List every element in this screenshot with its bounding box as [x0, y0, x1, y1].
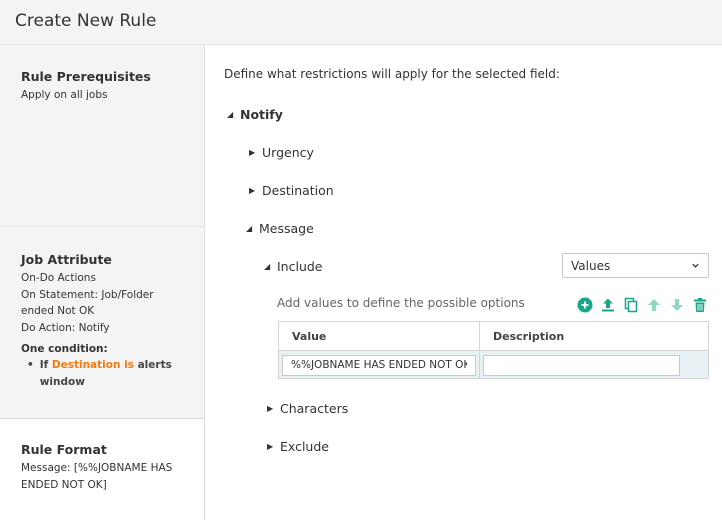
job-attribute-line: On Statement: Job/Folder: [21, 288, 154, 301]
tree-node-label: Destination: [262, 182, 334, 198]
dialog-title: Create New Rule: [15, 11, 157, 31]
column-header-description: Description: [479, 321, 709, 351]
tree-node-label: Characters: [280, 400, 349, 416]
tree-node-label: Urgency: [262, 144, 314, 160]
caret-down-icon[interactable]: ◢: [227, 110, 238, 119]
add-values-hint: Add values to define the possible option…: [277, 296, 525, 310]
rule-prerequisites-text: Apply on all jobs: [21, 89, 108, 101]
include-type-value: Values: [571, 258, 611, 273]
value-cell: [278, 350, 480, 379]
bullet-icon: •: [27, 359, 34, 371]
caret-right-icon[interactable]: ▶: [249, 148, 260, 157]
job-attribute-line: ended Not OK: [21, 305, 95, 317]
table-row: [278, 350, 709, 379]
job-attribute-line: Do Action: Notify: [21, 321, 110, 334]
restrictions-panel: Define what restrictions will apply for …: [205, 45, 722, 520]
condition-heading: One condition:: [21, 343, 108, 355]
rule-prerequisites-section: Rule Prerequisites Apply on all jobs: [0, 45, 204, 226]
add-icon[interactable]: [576, 296, 593, 313]
tree-node-destination[interactable]: ▶ Destination: [249, 181, 334, 199]
chevron-down-icon: [692, 263, 699, 268]
rule-prerequisites-title: Rule Prerequisites: [21, 69, 151, 84]
tree-node-exclude[interactable]: ▶ Exclude: [267, 437, 329, 455]
job-attribute-line: On-Do Actions: [21, 272, 96, 284]
rule-format-line: Message: [%%JOBNAME HAS: [21, 462, 173, 474]
condition-line2: window: [39, 376, 85, 388]
summary-sidebar: Rule Prerequisites Apply on all jobs Job…: [0, 45, 205, 520]
description-cell: [479, 350, 709, 379]
condition-highlight: Destination is: [51, 359, 134, 371]
column-header-value: Value: [278, 321, 480, 351]
tree-node-label: Exclude: [280, 438, 329, 454]
tree-node-notify[interactable]: ◢ Notify: [227, 105, 283, 123]
value-input[interactable]: [282, 354, 476, 376]
rule-format-title: Rule Format: [21, 442, 107, 457]
rule-format-line: ENDED NOT OK]: [21, 478, 107, 491]
arrow-down-icon[interactable]: [668, 296, 685, 313]
tree-node-label: Message: [259, 220, 314, 236]
tree-node-urgency[interactable]: ▶ Urgency: [249, 143, 314, 161]
upload-icon[interactable]: [599, 296, 616, 313]
dialog-header: Create New Rule: [0, 0, 722, 45]
table-header-row: Value Description: [278, 321, 709, 351]
tree-node-label: Notify: [240, 106, 283, 122]
trash-icon[interactable]: [691, 296, 708, 313]
rule-format-section: Rule Format Message: [%%JOBNAME HAS ENDE…: [0, 418, 204, 520]
condition-item: • If Destination is alerts window: [21, 357, 183, 391]
tree-node-include[interactable]: ◢ Include: [264, 257, 323, 275]
tree-node-label: Include: [277, 258, 323, 274]
caret-right-icon[interactable]: ▶: [249, 186, 260, 195]
arrow-up-icon[interactable]: [645, 296, 662, 313]
job-attribute-section: Job Attribute On-Do Actions On Statement…: [0, 226, 204, 418]
job-attribute-title: Job Attribute: [21, 252, 112, 267]
copy-icon[interactable]: [622, 296, 639, 313]
caret-right-icon[interactable]: ▶: [267, 442, 278, 451]
caret-right-icon[interactable]: ▶: [267, 404, 278, 413]
values-table: Value Description: [278, 321, 709, 379]
condition-prefix: If: [39, 359, 49, 371]
tree-node-message[interactable]: ◢ Message: [246, 219, 314, 237]
caret-down-icon[interactable]: ◢: [246, 224, 257, 233]
tree-node-characters[interactable]: ▶ Characters: [267, 399, 348, 417]
values-toolbar: [576, 296, 708, 313]
include-type-select[interactable]: Values: [562, 253, 709, 278]
description-input[interactable]: [483, 354, 680, 376]
intro-text: Define what restrictions will apply for …: [224, 67, 560, 81]
condition-suffix: alerts: [137, 359, 172, 371]
caret-down-icon[interactable]: ◢: [264, 262, 275, 271]
